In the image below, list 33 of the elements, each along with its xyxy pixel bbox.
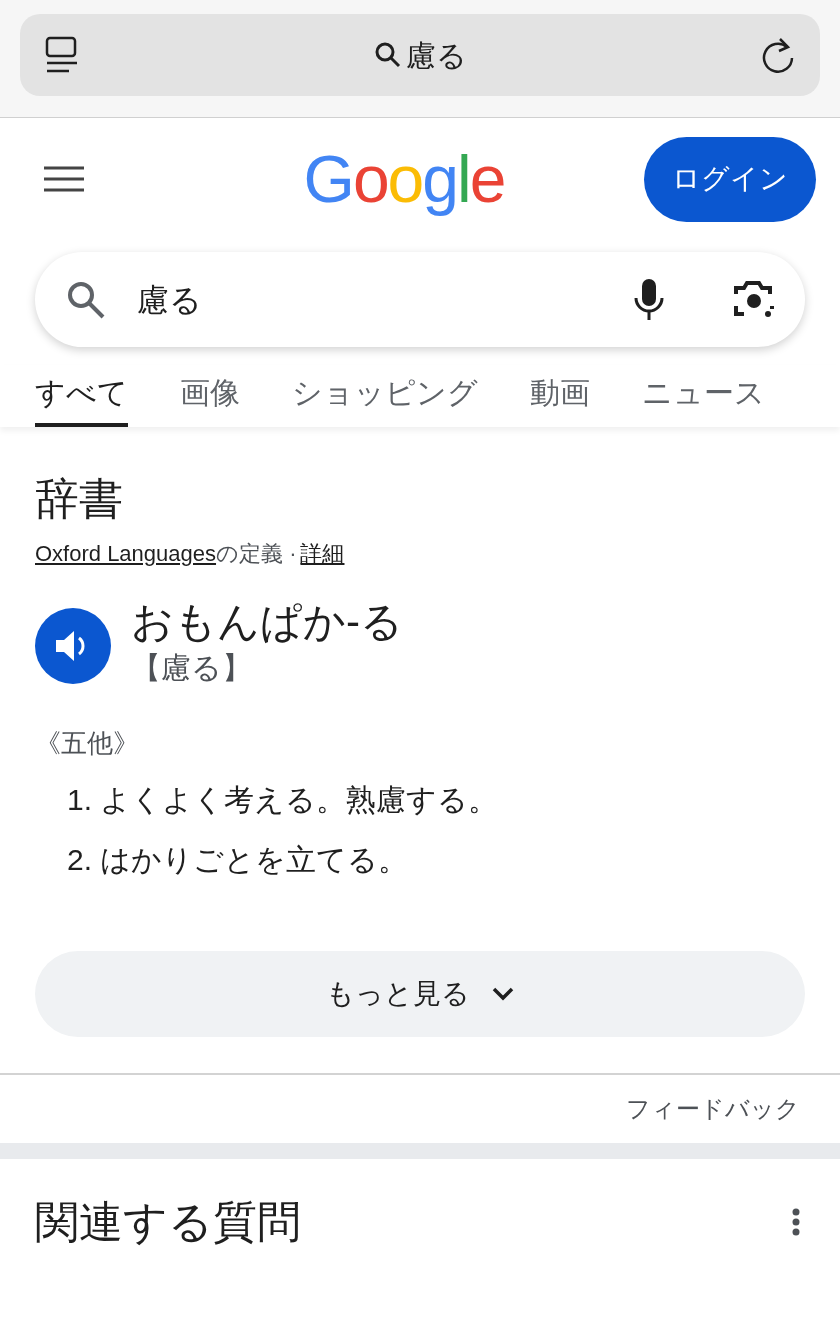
definition-number: 1. [67, 782, 93, 818]
menu-icon[interactable] [44, 165, 84, 193]
definition-number: 2. [67, 842, 93, 878]
camera-lens-icon[interactable] [733, 279, 775, 320]
tab-overview-icon[interactable] [44, 35, 80, 75]
reload-icon[interactable] [760, 35, 796, 75]
search-query: 慮る [137, 280, 203, 320]
show-more-button[interactable]: もっと見る [35, 951, 805, 1037]
section-title: 関連する質問 [35, 1196, 301, 1248]
part-of-speech: 《五他》 [35, 727, 140, 760]
address-query: 慮る [405, 37, 467, 74]
source-note: の定義 · [216, 540, 297, 568]
address-bar[interactable]: 慮る [20, 14, 820, 96]
category-tab[interactable]: ニュース [642, 370, 765, 427]
category-tab[interactable]: すべて [35, 370, 128, 427]
category-tab[interactable]: 画像 [180, 370, 240, 427]
category-tab[interactable]: ショッピング [292, 370, 478, 427]
source-link[interactable]: Oxford Languages [35, 537, 217, 570]
search-field[interactable]: 慮る [35, 252, 805, 347]
feedback-link[interactable]: フィードバック [626, 1091, 800, 1127]
search-icon [373, 41, 402, 69]
headword-kanji: 【慮る】 [131, 650, 253, 686]
microphone-icon[interactable] [633, 277, 665, 322]
more-options-icon[interactable] [792, 1208, 800, 1236]
definition-text: よくよく考える。熟慮する。 [100, 782, 499, 818]
login-button[interactable]: ログイン [644, 136, 816, 222]
google-logo: Google [303, 140, 505, 218]
chevron-down-icon [492, 987, 514, 1001]
details-link[interactable]: 詳細 [300, 537, 345, 570]
section-title: 辞書 [35, 473, 124, 525]
headword: おもんぱか-る [131, 597, 403, 647]
definition-text: はかりごとを立てる。 [100, 842, 409, 878]
category-tab[interactable]: 動画 [530, 370, 590, 427]
